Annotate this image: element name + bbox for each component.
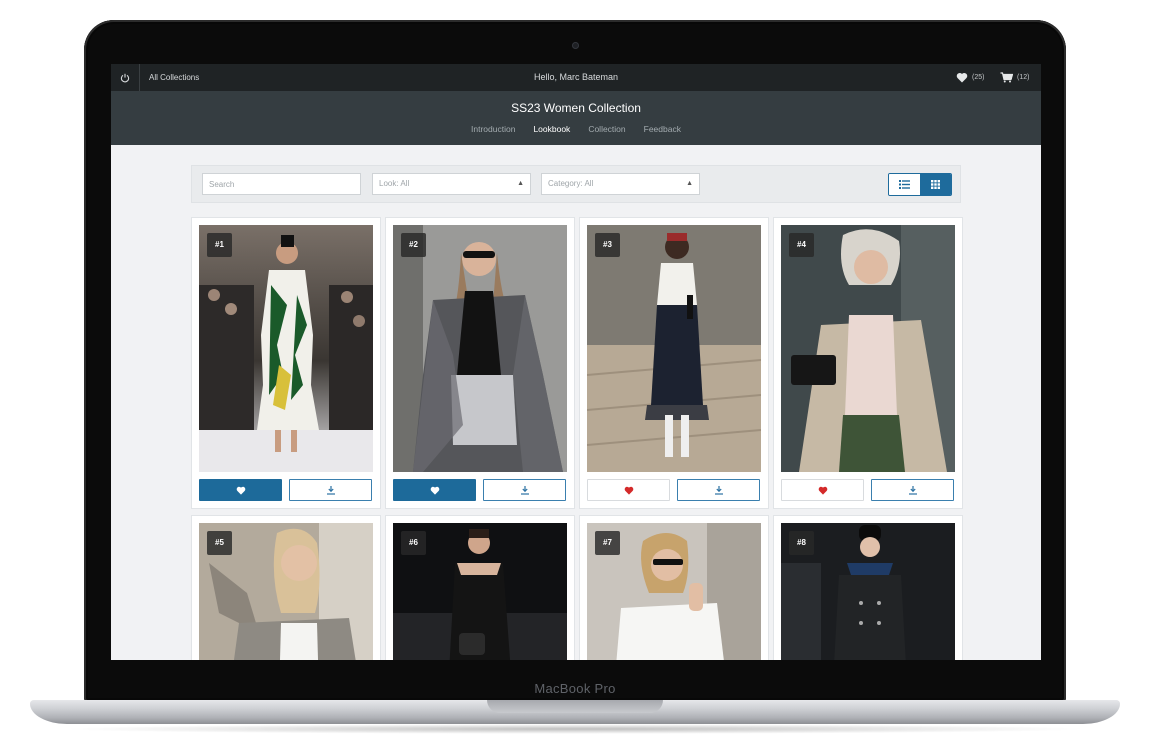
cart-link[interactable]: (12) (1000, 64, 1029, 91)
category-select[interactable]: Category: All ▲︎ (541, 173, 700, 195)
device-label: MacBook Pro (534, 681, 616, 696)
tab-feedback[interactable]: Feedback (644, 124, 681, 134)
collection-header: SS23 Women Collection Introduction Lookb… (111, 91, 1041, 145)
look-card[interactable]: #2 (385, 217, 575, 509)
look-select-value: Look: All (379, 179, 410, 188)
filter-bar: Look: All ▲︎ Category: All ▲︎ (191, 165, 961, 203)
look-number-badge: #3 (595, 233, 620, 257)
grid-view-button[interactable] (920, 174, 951, 195)
look-number-badge: #5 (207, 531, 232, 555)
cart-icon (1000, 72, 1013, 83)
favorite-button[interactable] (781, 479, 864, 501)
laptop-shadow (60, 724, 1090, 734)
download-icon (714, 486, 723, 495)
view-toggle (888, 173, 952, 196)
favorites-count: (25) (972, 74, 985, 81)
look-image[interactable]: #5 (199, 523, 373, 660)
heart-icon (956, 72, 968, 83)
list-view-button[interactable] (889, 174, 920, 195)
tab-lookbook[interactable]: Lookbook (533, 124, 570, 134)
look-number-badge: #1 (207, 233, 232, 257)
heart-icon (818, 486, 827, 495)
camera-icon (572, 42, 579, 49)
download-icon (520, 486, 529, 495)
look-number-badge: #6 (401, 531, 426, 555)
look-card[interactable]: #5 (191, 515, 381, 660)
look-image[interactable]: #3 (587, 225, 761, 472)
cart-count: (12) (1017, 74, 1030, 81)
look-image[interactable]: #6 (393, 523, 567, 660)
collection-tabs: Introduction Lookbook Collection Feedbac… (111, 124, 1041, 134)
download-button[interactable] (677, 479, 760, 501)
download-button[interactable] (871, 479, 954, 501)
list-icon (899, 180, 910, 189)
favorite-button[interactable] (587, 479, 670, 501)
user-greeting: Hello, Marc Bateman (533, 72, 619, 82)
heart-icon (236, 486, 245, 495)
look-number-badge: #4 (789, 233, 814, 257)
laptop-notch (487, 700, 663, 713)
look-image[interactable]: #1 (199, 225, 373, 472)
download-button[interactable] (483, 479, 566, 501)
look-card[interactable]: #6 (385, 515, 575, 660)
heart-icon (624, 486, 633, 495)
look-card[interactable]: #7 (579, 515, 769, 660)
download-button[interactable] (289, 479, 372, 501)
look-image[interactable]: #2 (393, 225, 567, 472)
download-icon (908, 486, 917, 495)
app-screen: All Collections Hello, Marc Bateman (25)… (111, 64, 1041, 660)
search-input[interactable] (202, 173, 361, 195)
grid-icon (931, 180, 940, 189)
page-title: SS23 Women Collection (511, 101, 641, 115)
category-select-value: Category: All (548, 179, 594, 188)
look-card[interactable]: #3 (579, 217, 769, 509)
look-card[interactable]: #1 (191, 217, 381, 509)
look-number-badge: #8 (789, 531, 814, 555)
favorite-button[interactable] (199, 479, 282, 501)
heart-icon (430, 486, 439, 495)
favorite-button[interactable] (393, 479, 476, 501)
look-number-badge: #7 (595, 531, 620, 555)
select-arrows-icon: ▲︎ (517, 180, 524, 187)
tab-collection[interactable]: Collection (588, 124, 625, 134)
look-card[interactable]: #8 (773, 515, 963, 660)
top-bar: All Collections Hello, Marc Bateman (25)… (111, 64, 1041, 91)
look-image[interactable]: #7 (587, 523, 761, 660)
look-select[interactable]: Look: All ▲︎ (372, 173, 531, 195)
look-number-badge: #2 (401, 233, 426, 257)
look-image[interactable]: #8 (781, 523, 955, 660)
look-card[interactable]: #4 (773, 217, 963, 509)
download-icon (326, 486, 335, 495)
select-arrows-icon: ▲︎ (686, 180, 693, 187)
favorites-link[interactable]: (25) (956, 64, 984, 91)
look-image[interactable]: #4 (781, 225, 955, 472)
tab-introduction[interactable]: Introduction (471, 124, 515, 134)
